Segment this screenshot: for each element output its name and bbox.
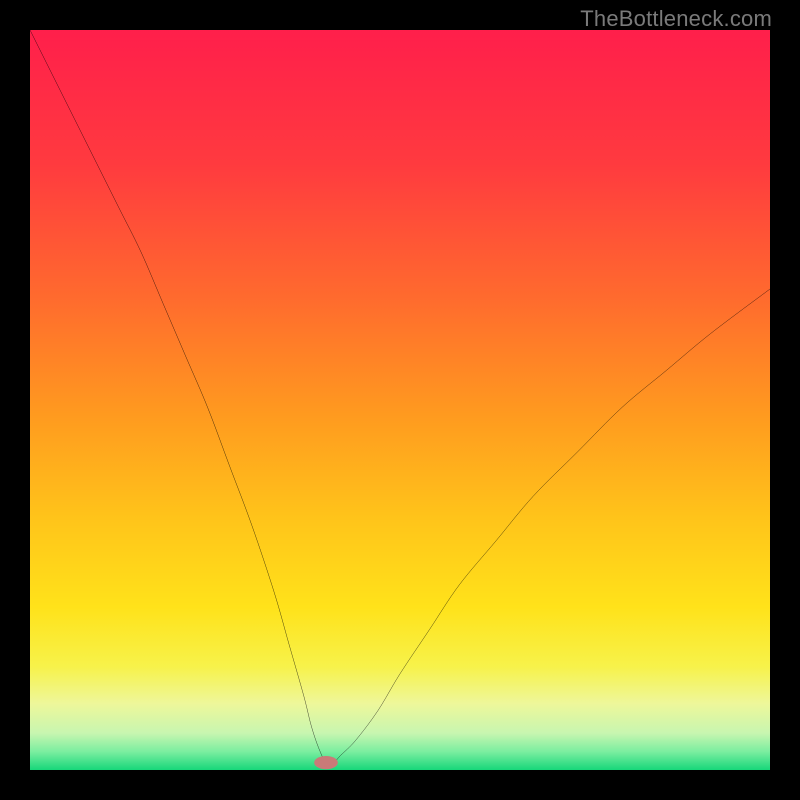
bottleneck-curve (30, 30, 770, 770)
watermark-text: TheBottleneck.com (580, 6, 772, 32)
plot-area (30, 30, 770, 770)
optimum-marker (314, 756, 338, 769)
chart-frame: TheBottleneck.com (0, 0, 800, 800)
